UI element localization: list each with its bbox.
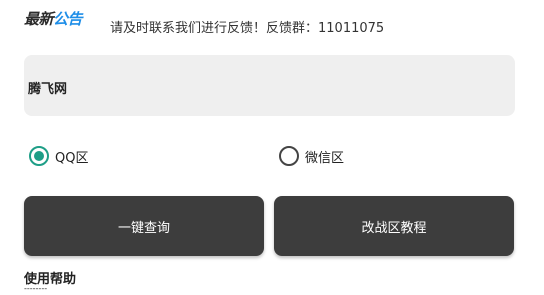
notice-badge: 最新公告 bbox=[24, 8, 83, 29]
site-name-input[interactable]: 腾飞网 bbox=[24, 55, 515, 116]
radio-checked-icon bbox=[29, 146, 49, 166]
radio-qq-label: QQ区 bbox=[55, 150, 89, 166]
radio-unchecked-icon bbox=[279, 146, 299, 166]
radio-wechat-label: 微信区 bbox=[305, 150, 345, 166]
site-name-input-value: 腾飞网 bbox=[28, 82, 68, 97]
radio-qq-region[interactable]: QQ区 bbox=[29, 146, 88, 166]
tutorial-button[interactable]: 改战区教程 bbox=[274, 196, 514, 256]
notice-text: 请及时联系我们进行反馈！反馈群：11011075 bbox=[110, 21, 385, 36]
page: 最新公告 请及时联系我们进行反馈！反馈群：11011075 腾飞网 QQ区 微信… bbox=[0, 0, 544, 295]
radio-wechat-region[interactable]: 微信区 bbox=[279, 146, 344, 166]
notice-badge-part1: 最新 bbox=[24, 10, 54, 28]
query-button[interactable]: 一键查询 bbox=[24, 196, 264, 256]
notice-badge-part2: 公告 bbox=[53, 10, 83, 28]
help-divider: -------- bbox=[24, 284, 48, 293]
